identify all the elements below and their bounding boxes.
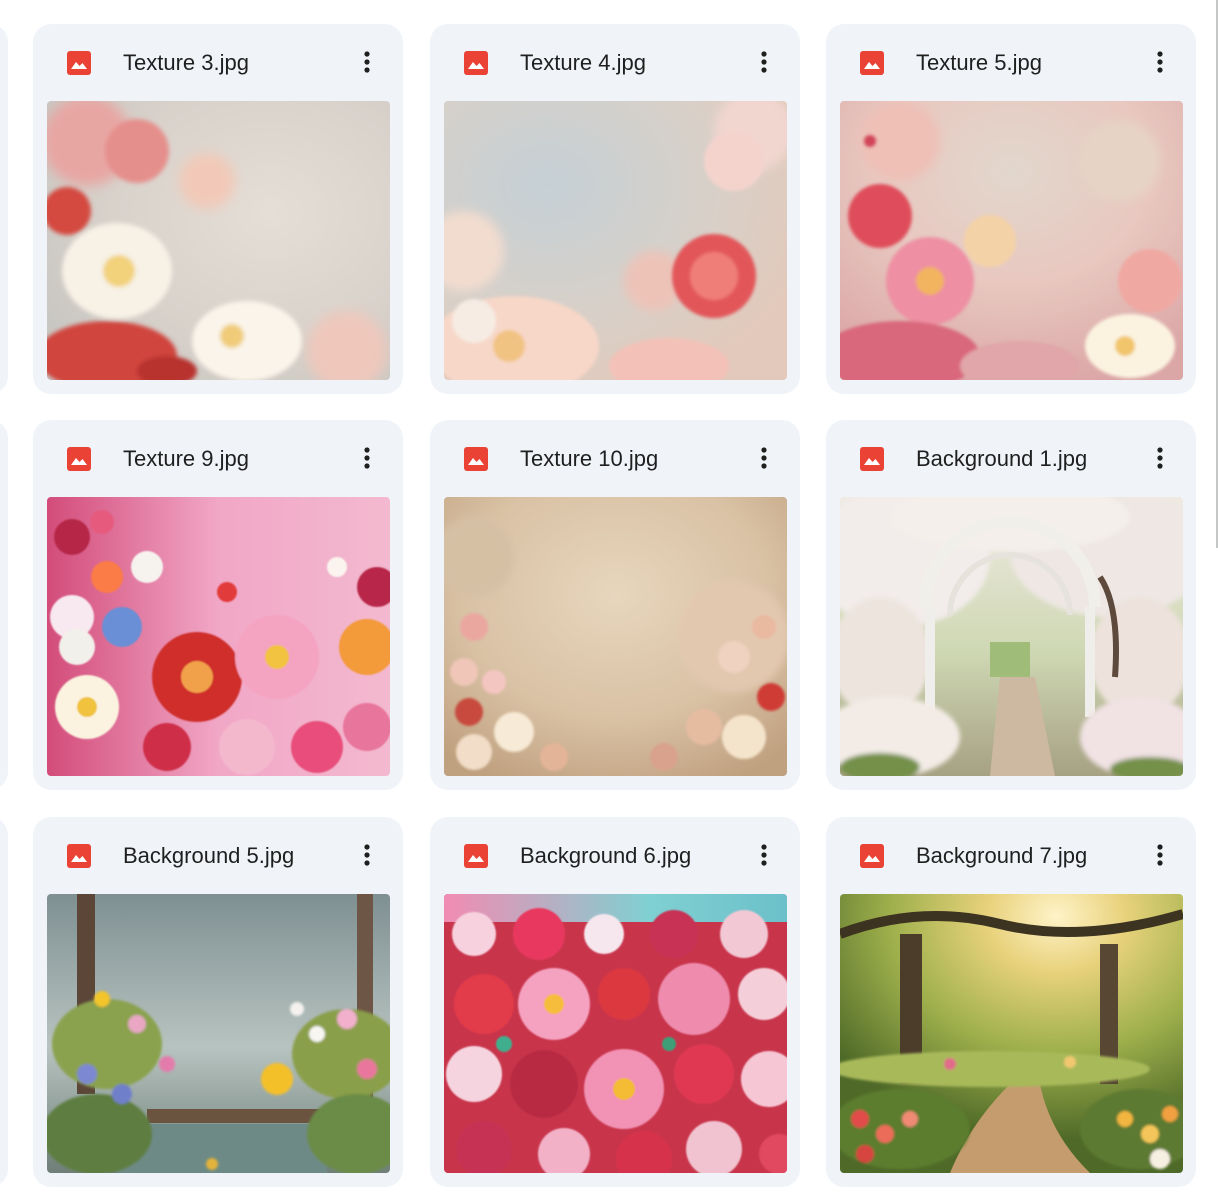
file-thumbnail[interactable]	[47, 101, 390, 380]
file-thumbnail[interactable]	[840, 894, 1183, 1173]
more-vert-icon	[761, 844, 767, 866]
file-thumbnail[interactable]	[47, 894, 390, 1173]
file-thumbnail[interactable]	[444, 101, 787, 380]
file-grid: Texture 3.jpg Texture 4.jpg Texture 5.jp…	[0, 0, 1218, 1196]
more-vert-icon	[761, 51, 767, 73]
image-file-icon	[463, 446, 489, 472]
file-card-header: Background 6.jpg	[430, 817, 800, 893]
more-vert-icon	[364, 844, 370, 866]
more-actions-button[interactable]	[351, 442, 383, 474]
partial-card-left[interactable]	[0, 24, 8, 394]
file-name: Texture 9.jpg	[123, 446, 249, 471]
file-card-header: Texture 4.jpg	[430, 24, 800, 100]
file-name: Background 6.jpg	[520, 843, 692, 868]
file-card-header: Texture 5.jpg	[826, 24, 1196, 100]
more-actions-button[interactable]	[351, 839, 383, 871]
image-file-icon	[66, 843, 92, 869]
more-vert-icon	[761, 447, 767, 469]
file-card[interactable]: Background 5.jpg	[33, 817, 403, 1187]
file-name: Texture 3.jpg	[123, 50, 249, 75]
file-thumbnail[interactable]	[444, 497, 787, 776]
file-card[interactable]: Texture 10.jpg	[430, 420, 800, 790]
image-file-icon	[859, 843, 885, 869]
image-file-icon	[859, 446, 885, 472]
image-file-icon	[463, 50, 489, 76]
file-card[interactable]: Texture 5.jpg	[826, 24, 1196, 394]
more-actions-button[interactable]	[351, 46, 383, 78]
more-vert-icon	[1157, 447, 1163, 469]
file-card[interactable]: Texture 4.jpg	[430, 24, 800, 394]
image-file-icon	[66, 50, 92, 76]
file-card[interactable]: Background 7.jpg	[826, 817, 1196, 1187]
more-vert-icon	[364, 447, 370, 469]
more-actions-button[interactable]	[1144, 839, 1176, 871]
partial-card-left[interactable]	[0, 817, 8, 1187]
file-card-header: Texture 9.jpg	[33, 420, 403, 496]
more-vert-icon	[1157, 844, 1163, 866]
image-file-icon	[66, 446, 92, 472]
partial-card-left[interactable]	[0, 420, 8, 790]
file-card-header: Background 7.jpg	[826, 817, 1196, 893]
file-card[interactable]: Background 1.jpg	[826, 420, 1196, 790]
file-card[interactable]: Texture 3.jpg	[33, 24, 403, 394]
file-name: Texture 5.jpg	[916, 50, 1042, 75]
more-actions-button[interactable]	[748, 442, 780, 474]
more-actions-button[interactable]	[748, 839, 780, 871]
file-thumbnail[interactable]	[444, 894, 787, 1173]
file-name: Background 1.jpg	[916, 446, 1088, 471]
file-card-header: Texture 3.jpg	[33, 24, 403, 100]
file-card[interactable]: Background 6.jpg	[430, 817, 800, 1187]
image-file-icon	[859, 50, 885, 76]
file-name: Texture 10.jpg	[520, 446, 659, 471]
file-thumbnail[interactable]	[840, 101, 1183, 380]
image-file-icon	[463, 843, 489, 869]
file-card-header: Background 1.jpg	[826, 420, 1196, 496]
more-vert-icon	[364, 51, 370, 73]
file-card-header: Texture 10.jpg	[430, 420, 800, 496]
file-name: Background 7.jpg	[916, 843, 1088, 868]
more-actions-button[interactable]	[1144, 442, 1176, 474]
file-card[interactable]: Texture 9.jpg	[33, 420, 403, 790]
more-vert-icon	[1157, 51, 1163, 73]
file-thumbnail[interactable]	[47, 497, 390, 776]
file-card-header: Background 5.jpg	[33, 817, 403, 893]
file-name: Texture 4.jpg	[520, 50, 646, 75]
file-thumbnail[interactable]	[840, 497, 1183, 776]
more-actions-button[interactable]	[748, 46, 780, 78]
file-name: Background 5.jpg	[123, 843, 295, 868]
more-actions-button[interactable]	[1144, 46, 1176, 78]
